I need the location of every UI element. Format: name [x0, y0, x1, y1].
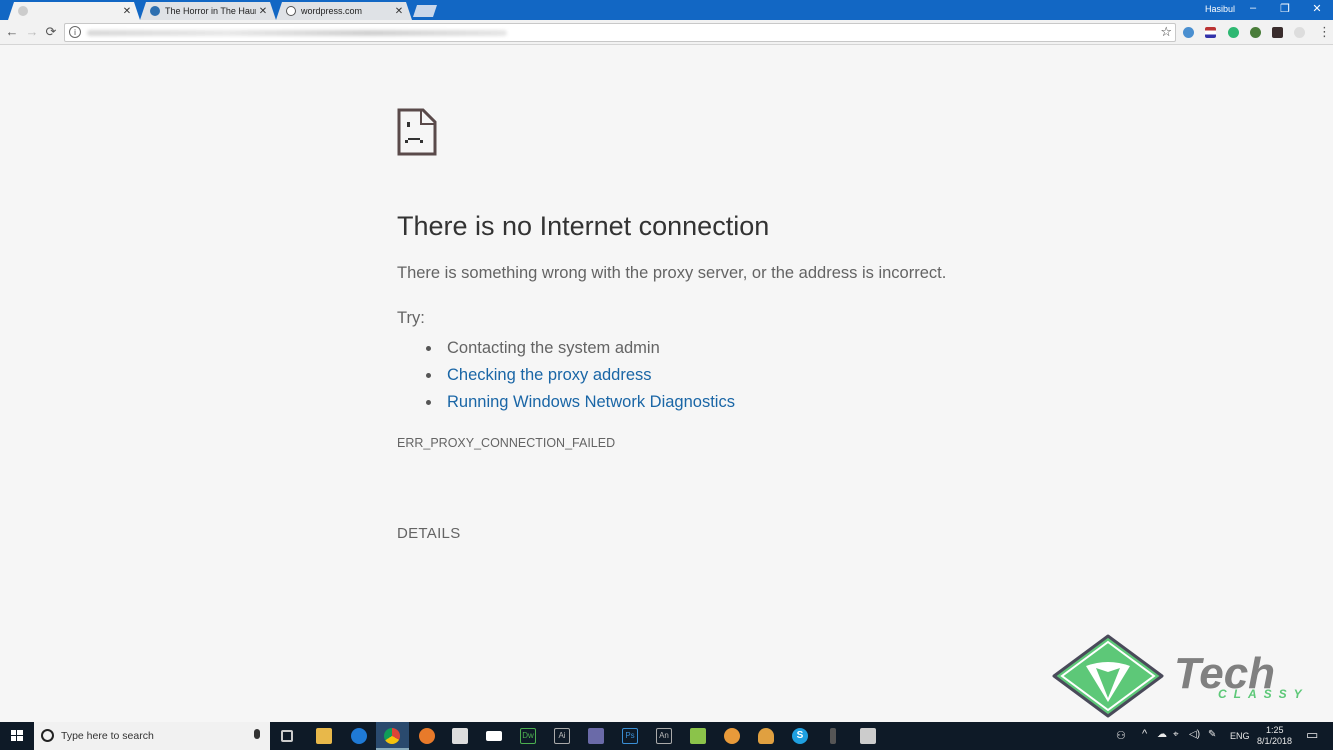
taskbar: Type here to search Dw Ai Ps An S ⚇ ^ ☁ …	[0, 722, 1333, 750]
bullet-icon	[426, 346, 431, 351]
microphone-icon[interactable]	[254, 729, 260, 739]
cortana-icon	[41, 729, 54, 742]
vlc-icon[interactable]	[758, 728, 774, 744]
mega-extension-icon[interactable]	[1272, 27, 1283, 38]
profile-extension-icon[interactable]	[1183, 27, 1194, 38]
pen-icon[interactable]: ✎	[1208, 729, 1216, 740]
network-diagnostics-link[interactable]: Running Windows Network Diagnostics	[447, 393, 735, 412]
tab-title: wordpress.com	[301, 6, 363, 16]
sad-page-icon	[397, 108, 437, 156]
tab-title: The Horror in The Haunt	[165, 6, 256, 16]
address-bar[interactable]: i ☆	[64, 23, 1176, 42]
new-tab-button[interactable]	[413, 5, 437, 17]
forward-button[interactable]: →	[24, 24, 40, 39]
suggestion-item: Checking the proxy address	[423, 362, 735, 389]
flag-extension-icon[interactable]	[1205, 27, 1216, 38]
volume-icon[interactable]: ◁)	[1189, 729, 1200, 740]
language-indicator[interactable]: ENG	[1230, 731, 1250, 741]
globe-extension-icon[interactable]	[1250, 27, 1261, 38]
check-proxy-link[interactable]: Checking the proxy address	[447, 366, 652, 385]
mail-icon[interactable]	[486, 731, 502, 741]
minimize-button[interactable]: –	[1243, 2, 1263, 14]
people-icon[interactable]: ⚇	[1116, 729, 1126, 742]
wordpress-icon	[286, 6, 296, 16]
task-view-icon[interactable]	[281, 730, 293, 742]
browser-toolbar: ← → ⟳ i ☆ ⋮	[0, 20, 1333, 45]
suggestion-item: Running Windows Network Diagnostics	[423, 389, 735, 416]
logo-classy-text: CLASSY	[1218, 687, 1309, 701]
suggestion-contact-admin: Contacting the system admin	[447, 339, 660, 357]
clock-time[interactable]: 1:25	[1266, 725, 1284, 735]
tab-wordpress[interactable]: wordpress.com ✕	[276, 2, 412, 20]
skype-icon[interactable]: S	[792, 728, 808, 744]
close-window-button[interactable]: ✕	[1307, 2, 1327, 15]
tab-horror[interactable]: The Horror in The Haunt ✕	[140, 2, 276, 20]
firefox-icon[interactable]	[419, 728, 435, 744]
gray-extension-icon[interactable]	[1294, 27, 1305, 38]
grammarly-extension-icon[interactable]	[1228, 27, 1239, 38]
suggestions-list: Contacting the system admin Checking the…	[423, 335, 735, 416]
onedrive-icon[interactable]: ☁	[1157, 729, 1167, 740]
details-button[interactable]: DETAILS	[397, 525, 461, 542]
illustrator-icon[interactable]: Ai	[554, 728, 570, 744]
error-description: There is something wrong with the proxy …	[397, 264, 947, 282]
bullet-icon	[426, 400, 431, 405]
action-center-icon[interactable]: ▭	[1306, 727, 1318, 743]
photoshop-icon[interactable]: Ps	[622, 728, 638, 744]
blurred-favicon-icon	[18, 6, 28, 16]
globe-icon	[150, 6, 160, 16]
blender-icon[interactable]	[724, 728, 740, 744]
tab-close-icon[interactable]: ✕	[120, 6, 134, 17]
tab-close-icon[interactable]: ✕	[392, 6, 406, 17]
reload-button[interactable]: ⟳	[43, 24, 59, 40]
restore-button[interactable]: ❐	[1275, 2, 1295, 15]
bookmark-star-icon[interactable]: ☆	[1160, 24, 1172, 40]
network-icon[interactable]: ⌖	[1173, 729, 1179, 740]
suggestion-item: Contacting the system admin	[423, 335, 735, 362]
bullet-icon	[426, 373, 431, 378]
title-bar: ✕ The Horror in The Haunt ✕ wordpress.co…	[0, 0, 1333, 20]
profile-name[interactable]: Hasibul	[1205, 4, 1235, 14]
info-icon[interactable]: i	[69, 26, 81, 38]
clock-date[interactable]: 8/1/2018	[1257, 736, 1292, 746]
tab-active[interactable]: ✕	[8, 2, 140, 20]
notepad-icon[interactable]	[830, 728, 836, 744]
paint-icon[interactable]	[690, 728, 706, 744]
store-icon[interactable]	[452, 728, 468, 744]
file-explorer-icon[interactable]	[316, 728, 332, 744]
back-button[interactable]: ←	[4, 24, 20, 39]
network-app-icon[interactable]	[860, 728, 876, 744]
chrome-menu-button[interactable]: ⋮	[1318, 24, 1331, 40]
tab-close-icon[interactable]: ✕	[256, 6, 270, 17]
search-placeholder: Type here to search	[61, 730, 154, 742]
taskbar-search[interactable]: Type here to search	[34, 722, 270, 750]
blurred-url	[87, 30, 507, 36]
tech-classy-logo: Tech CLASSY	[1052, 634, 1309, 718]
animate-icon[interactable]: An	[656, 728, 672, 744]
windows-start-icon[interactable]	[0, 722, 34, 750]
chrome-icon[interactable]	[384, 728, 400, 744]
edge-icon[interactable]	[351, 728, 367, 744]
dreamweaver-icon[interactable]: Dw	[520, 728, 536, 744]
try-label: Try:	[397, 309, 425, 327]
visual-studio-icon[interactable]	[588, 728, 604, 744]
error-title: There is no Internet connection	[397, 211, 770, 241]
error-code: ERR_PROXY_CONNECTION_FAILED	[397, 436, 616, 450]
show-hidden-icons[interactable]: ^	[1142, 728, 1147, 740]
